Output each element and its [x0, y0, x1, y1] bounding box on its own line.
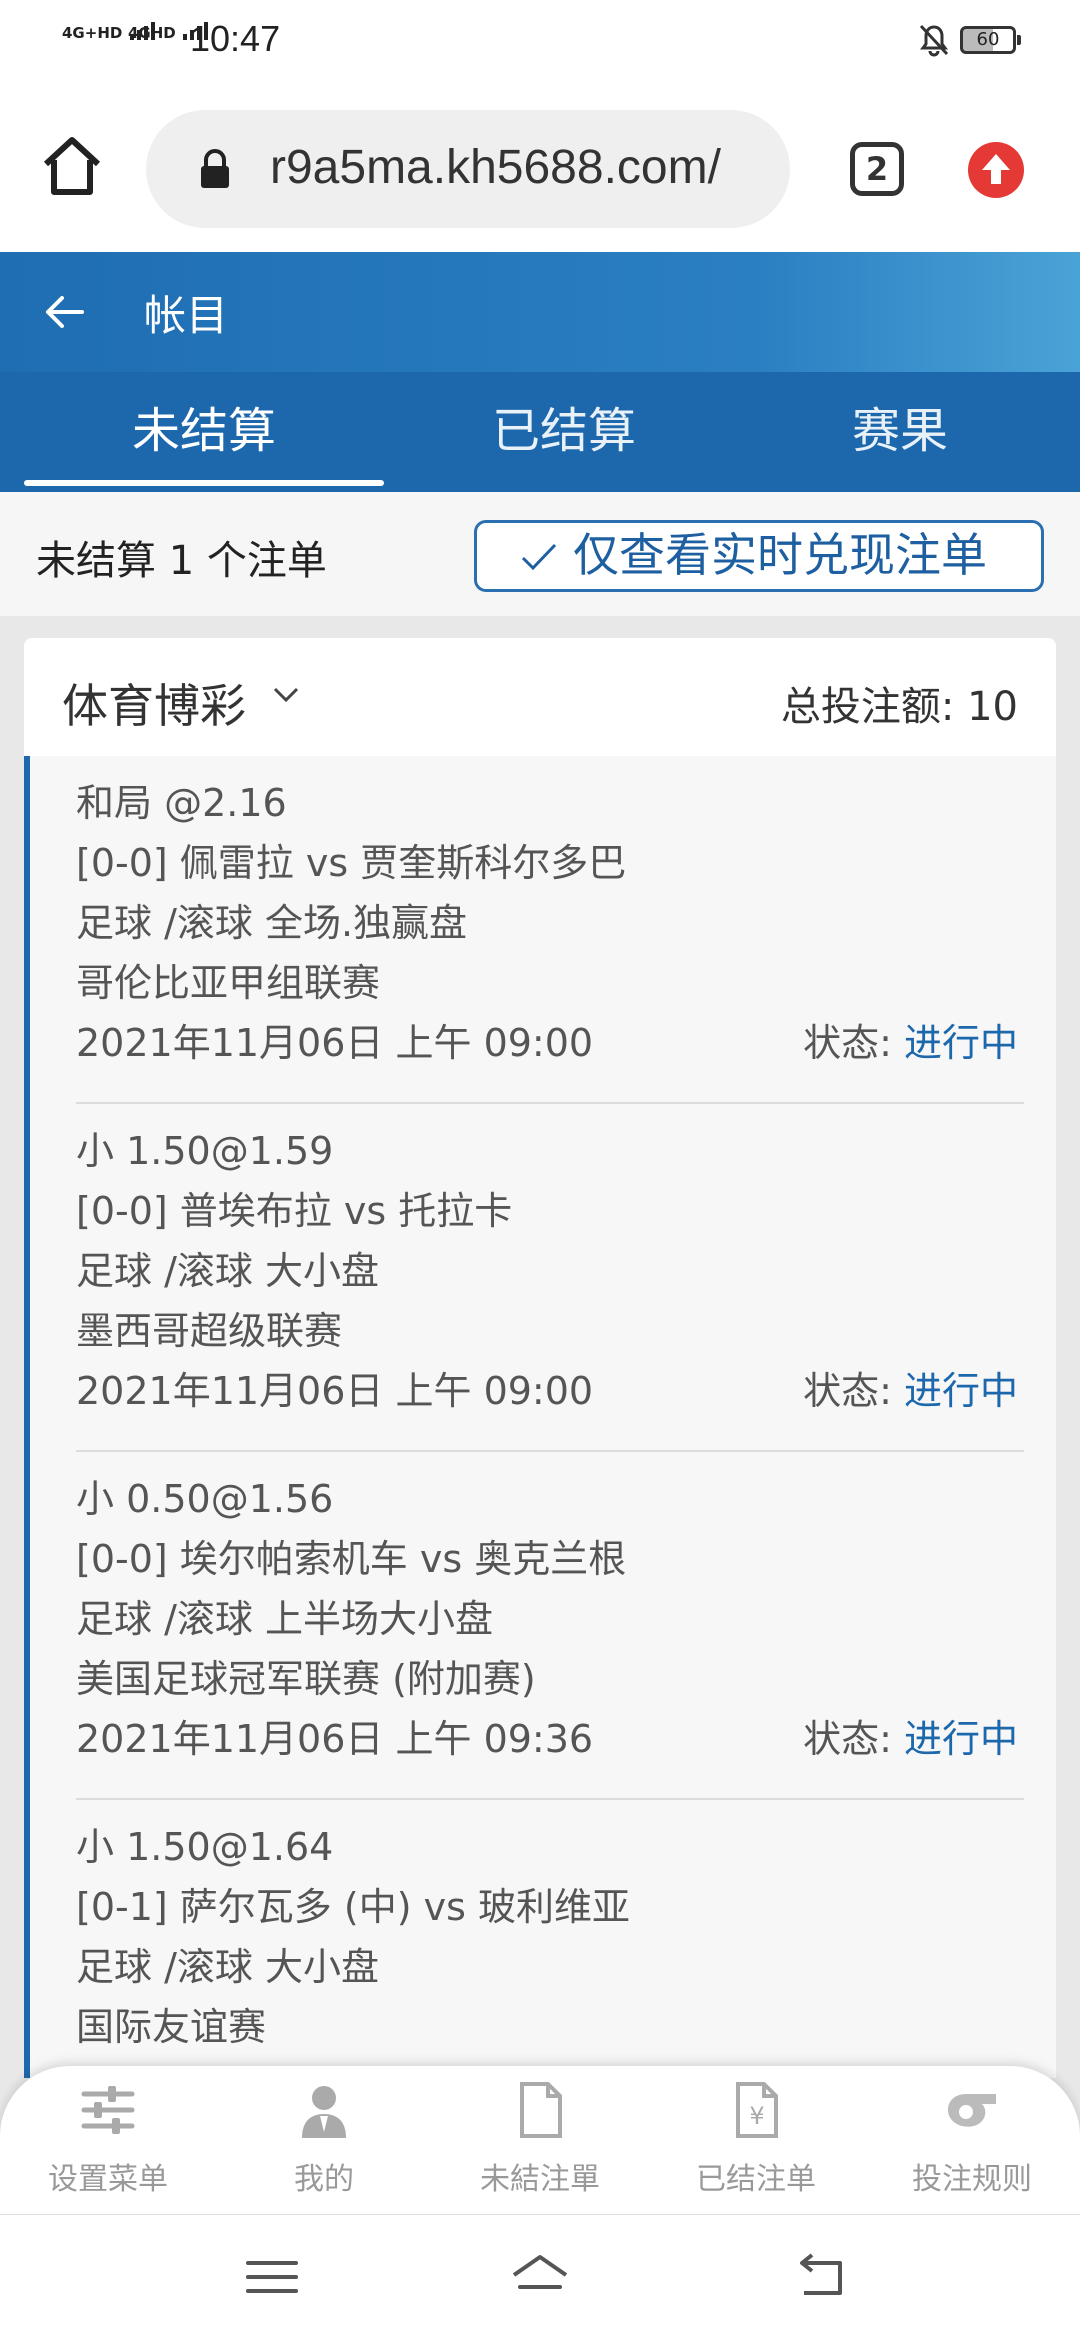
- status-bar: 4G+HD 4GHD 10:47 60: [0, 0, 1080, 84]
- bet-market: 足球 /滚球 大小盘: [76, 1249, 379, 1293]
- status-label: 状态:: [803, 1021, 904, 1065]
- status-label: 状态:: [803, 1369, 904, 1413]
- bet-status: 状态: 进行中: [803, 1012, 1018, 1067]
- realtime-filter-label: 仅查看实时兑现注单: [573, 528, 987, 582]
- home-icon[interactable]: [508, 2245, 572, 2309]
- bet-selection: 和局 @2.16: [76, 781, 287, 825]
- yen-document-icon: ¥: [736, 2082, 778, 2138]
- signal-2-label: 4GHD: [128, 24, 176, 42]
- bets-card: 体育博彩 总投注额: 10 和局 @2.16 [0-0] 佩雷拉 vs 贾奎斯科…: [24, 638, 1056, 2078]
- card-header: 体育博彩 总投注额: 10: [24, 638, 1056, 756]
- bet-selection: 小 0.50@1.56: [76, 1477, 334, 1521]
- svg-text:¥: ¥: [749, 2102, 764, 2130]
- bet-selection: 小 1.50@1.59: [76, 1129, 334, 1173]
- bet-datetime: 2021年11月06日 上午 09:00: [76, 1021, 594, 1065]
- filter-bar: 未结算 1 个注单 仅查看实时兑现注单: [0, 492, 1080, 616]
- upload-button[interactable]: [968, 142, 1024, 198]
- nav-label: 设置菜单: [48, 2162, 168, 2197]
- bet-match: [0-0] 埃尔帕索机车 vs 奥克兰根: [76, 1537, 627, 1581]
- back-arrow-icon[interactable]: [40, 288, 88, 336]
- app-header: 帐目: [0, 252, 1080, 372]
- unsettled-count: 未结算 1 个注单: [36, 538, 327, 584]
- bet-status: 状态: 进行中: [803, 1708, 1018, 1763]
- nav-betting-rules[interactable]: 投注规则: [864, 2066, 1080, 2214]
- nav-unsettled-bets[interactable]: 未結注單: [432, 2066, 648, 2214]
- bet-datetime: 2021年11月06日 上午 09:36: [76, 1717, 594, 1761]
- menu-icon[interactable]: [240, 2245, 304, 2309]
- notification-mute-icon: [919, 24, 949, 57]
- tab-bar: 未结算 已结算 赛果: [0, 372, 1080, 492]
- active-tab-indicator: [24, 480, 384, 486]
- bet-status: 状态: 进行中: [803, 1360, 1018, 1415]
- nav-label: 我的: [294, 2162, 354, 2197]
- user-icon: [302, 2086, 346, 2138]
- chevron-down-icon[interactable]: [272, 686, 300, 704]
- screen: 4G+HD 4GHD 10:47 60 r9a5ma.kh5688.com/ 2…: [0, 0, 1080, 2340]
- arrow-up-icon: [982, 154, 1010, 184]
- clock: 10:47: [190, 18, 281, 59]
- bet-list-area: 体育博彩 总投注额: 10 和局 @2.16 [0-0] 佩雷拉 vs 贾奎斯科…: [0, 616, 1080, 2078]
- nav-my[interactable]: 我的: [216, 2066, 432, 2214]
- nav-settled-bets[interactable]: ¥ 已结注单: [648, 2066, 864, 2214]
- home-icon[interactable]: [40, 134, 104, 198]
- check-icon: [521, 543, 557, 571]
- bet-league: 哥伦比亚甲组联赛: [76, 961, 381, 1005]
- bet-item[interactable]: 小 1.50@1.64 [0-1] 萨尔瓦多 (中) vs 玻利维亚 足球 /滚…: [30, 1800, 1056, 2078]
- bet-datetime: 2021年11月06日 上午 09:00: [76, 1369, 594, 1413]
- page-title: 帐目: [144, 291, 229, 340]
- status-value: 进行中: [903, 1021, 1018, 1065]
- address-bar[interactable]: r9a5ma.kh5688.com/: [146, 110, 790, 228]
- tab-results[interactable]: 赛果: [744, 372, 1056, 492]
- bet-selection: 小 1.50@1.64: [76, 1825, 334, 1869]
- status-value: 进行中: [903, 1369, 1018, 1413]
- status-label: 状态:: [803, 1717, 904, 1761]
- tab-switcher-button[interactable]: 2: [850, 142, 904, 196]
- bet-market: 足球 /滚球 全场.独赢盘: [76, 901, 468, 945]
- bet-league: 墨西哥超级联赛: [76, 1309, 343, 1353]
- bet-item[interactable]: 和局 @2.16 [0-0] 佩雷拉 vs 贾奎斯科尔多巴 足球 /滚球 全场.…: [30, 756, 1056, 1104]
- signal-1-label: 4G+HD: [62, 24, 123, 42]
- nav-settings-menu[interactable]: 设置菜单: [0, 2066, 216, 2214]
- bet-match: [0-0] 佩雷拉 vs 贾奎斯科尔多巴: [76, 841, 627, 885]
- bet-market: 足球 /滚球 大小盘: [76, 1945, 379, 1989]
- category-dropdown[interactable]: 体育博彩: [62, 670, 246, 736]
- battery-indicator: 60: [960, 26, 1021, 54]
- bet-match: [0-1] 萨尔瓦多 (中) vs 玻利维亚: [76, 1885, 630, 1929]
- battery-level: 60: [976, 29, 1000, 50]
- total-stake: 总投注额: 10: [780, 684, 1018, 730]
- status-value: 进行中: [903, 1717, 1018, 1761]
- lock-icon: [201, 149, 229, 188]
- bottom-navigation: 设置菜单 我的 未結注單 ¥ 已结注单 投注规则: [0, 2066, 1080, 2214]
- browser-toolbar: r9a5ma.kh5688.com/ 2: [0, 84, 1080, 252]
- sliders-icon: [81, 2086, 135, 2134]
- nav-label: 已结注单: [696, 2162, 816, 2197]
- bet-item[interactable]: 小 0.50@1.56 [0-0] 埃尔帕索机车 vs 奥克兰根 足球 /滚球 …: [30, 1452, 1056, 1800]
- realtime-cashout-filter-button[interactable]: 仅查看实时兑现注单: [474, 520, 1044, 592]
- system-navigation-bar: [0, 2214, 1080, 2340]
- url-text: r9a5ma.kh5688.com/: [270, 141, 721, 194]
- bet-league: 美国足球冠军联赛 (附加赛): [76, 1657, 536, 1701]
- bet-league: 国际友谊赛: [76, 2005, 267, 2049]
- tab-settled[interactable]: 已结算: [384, 372, 744, 492]
- back-icon[interactable]: [790, 2245, 854, 2309]
- bet-list: 和局 @2.16 [0-0] 佩雷拉 vs 贾奎斯科尔多巴 足球 /滚球 全场.…: [24, 756, 1056, 2078]
- bet-market: 足球 /滚球 上半场大小盘: [76, 1597, 493, 1641]
- nav-label: 投注规则: [912, 2162, 1032, 2197]
- document-icon: [520, 2082, 562, 2138]
- bet-item[interactable]: 小 1.50@1.59 [0-0] 普埃布拉 vs 托拉卡 足球 /滚球 大小盘…: [30, 1104, 1056, 1452]
- whistle-icon: [948, 2094, 996, 2127]
- bet-match: [0-0] 普埃布拉 vs 托拉卡: [76, 1189, 513, 1233]
- tab-unsettled[interactable]: 未结算: [24, 372, 384, 492]
- nav-label: 未結注單: [480, 2162, 600, 2197]
